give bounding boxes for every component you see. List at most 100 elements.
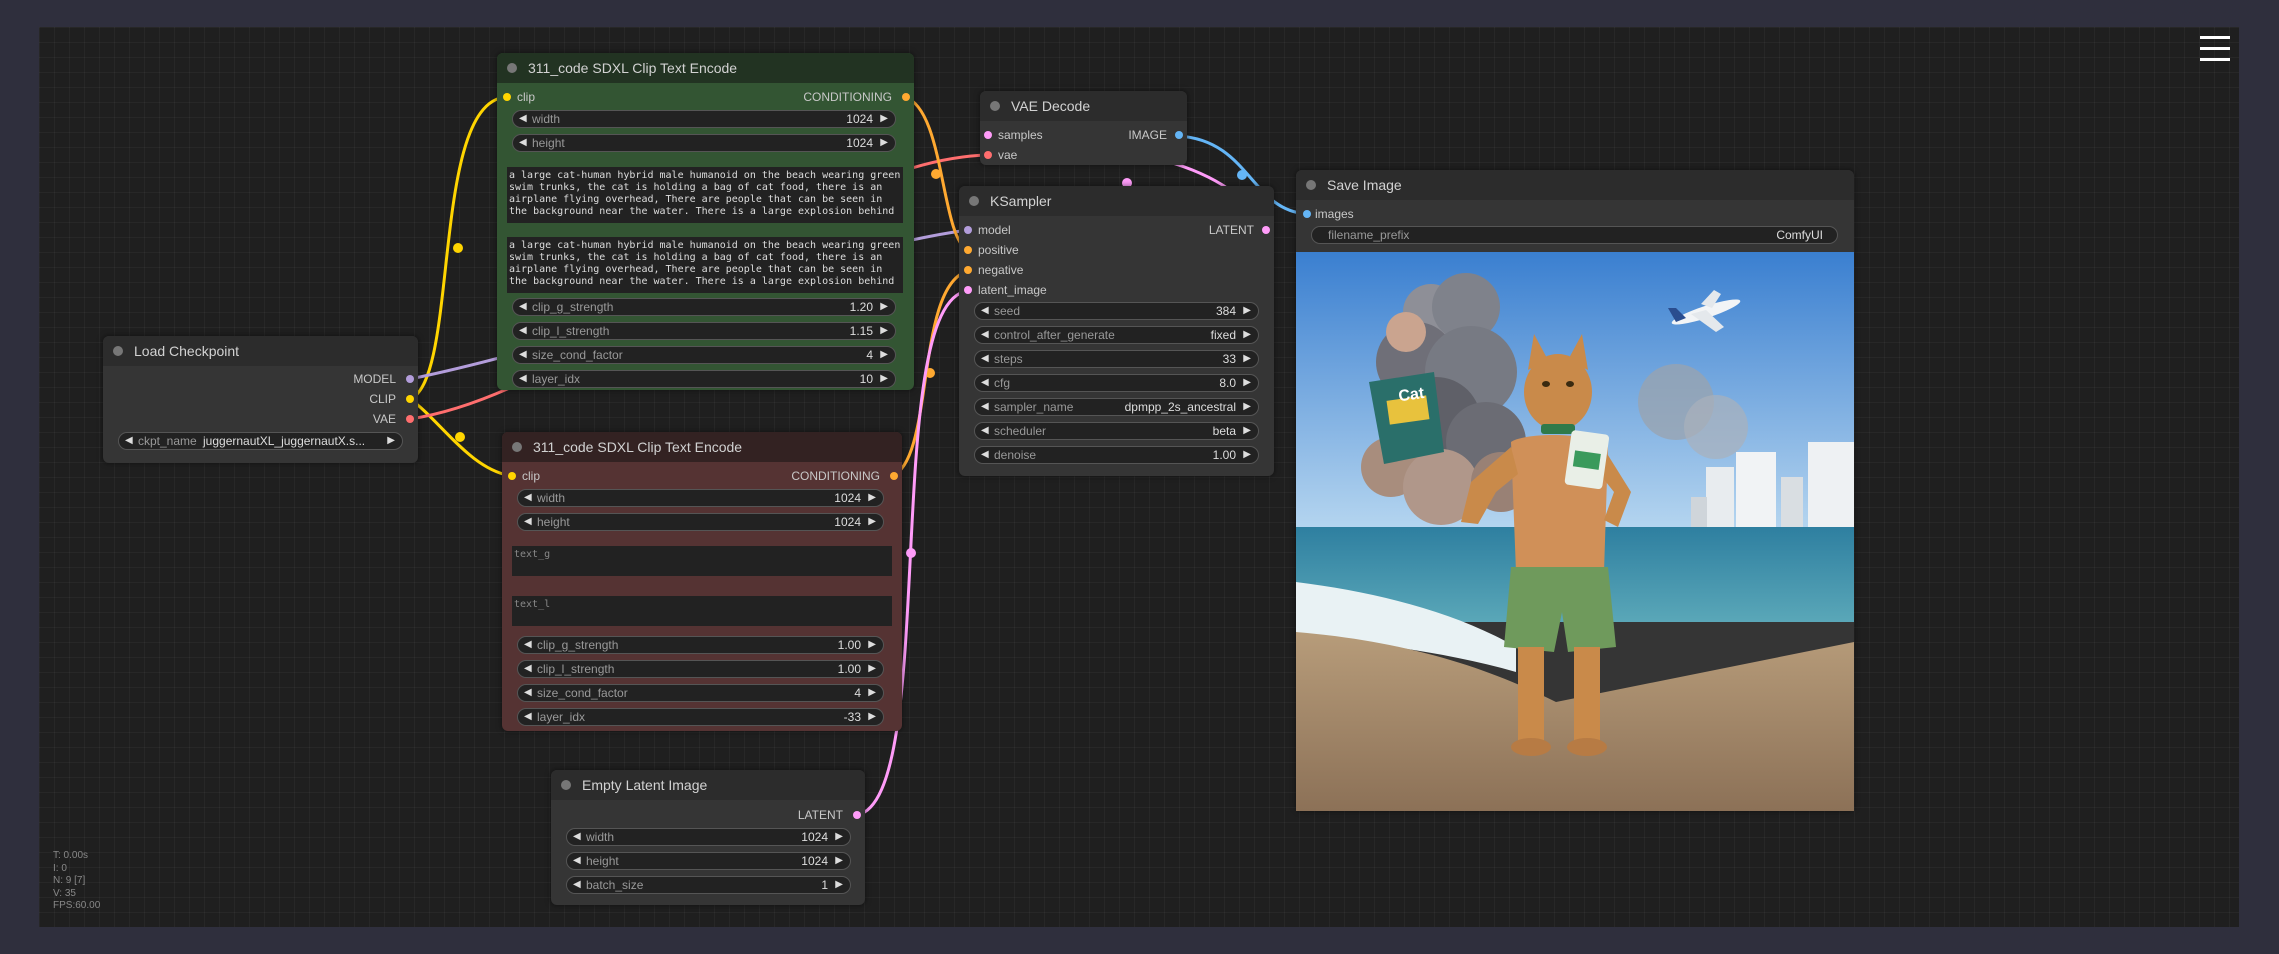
decrement-arrow-icon[interactable]: ◀ bbox=[125, 433, 133, 449]
decrement-arrow-icon[interactable]: ◀ bbox=[524, 709, 532, 725]
node-title-bar[interactable]: Load Checkpoint bbox=[103, 336, 418, 366]
node-clip-encode-negative[interactable]: 311_code SDXL Clip Text Encode clip COND… bbox=[502, 432, 902, 731]
widget-height[interactable]: ◀ height 1024 ▶ bbox=[512, 134, 896, 152]
increment-arrow-icon[interactable]: ▶ bbox=[1243, 447, 1251, 463]
output-vae[interactable]: VAE bbox=[298, 411, 418, 427]
decrement-arrow-icon[interactable]: ◀ bbox=[524, 514, 532, 530]
increment-arrow-icon[interactable]: ▶ bbox=[1243, 375, 1251, 391]
output-conditioning-dot[interactable] bbox=[902, 93, 910, 101]
node-title-bar[interactable]: 311_code SDXL Clip Text Encode bbox=[497, 53, 914, 83]
input-clip[interactable]: clip bbox=[502, 468, 540, 484]
decrement-arrow-icon[interactable]: ◀ bbox=[573, 853, 581, 869]
node-title-bar[interactable]: KSampler bbox=[959, 186, 1274, 216]
widget-clip-l-strength[interactable]: ◀ clip_l_strength 1.15 ▶ bbox=[512, 322, 896, 340]
text-g-textarea[interactable]: a large cat-human hybrid male humanoid o… bbox=[507, 167, 903, 223]
decrement-arrow-icon[interactable]: ◀ bbox=[519, 135, 527, 151]
collapse-dot[interactable] bbox=[561, 780, 571, 790]
input-vae[interactable]: vae bbox=[980, 147, 1017, 163]
decrement-arrow-icon[interactable]: ◀ bbox=[519, 371, 527, 387]
decrement-arrow-icon[interactable]: ◀ bbox=[981, 351, 989, 367]
decrement-arrow-icon[interactable]: ◀ bbox=[981, 399, 989, 415]
input-images[interactable]: images bbox=[1296, 206, 1354, 222]
output-latent-dot[interactable] bbox=[1262, 226, 1270, 234]
widget-width[interactable]: ◀ width 1024 ▶ bbox=[512, 110, 896, 128]
increment-arrow-icon[interactable]: ▶ bbox=[880, 323, 888, 339]
increment-arrow-icon[interactable]: ▶ bbox=[1243, 351, 1251, 367]
output-conditioning[interactable]: CONDITIONING bbox=[803, 89, 914, 105]
collapse-dot[interactable] bbox=[1306, 180, 1316, 190]
input-images-dot[interactable] bbox=[1303, 210, 1311, 218]
input-model[interactable]: model bbox=[959, 222, 1011, 238]
output-latent-dot[interactable] bbox=[853, 811, 861, 819]
increment-arrow-icon[interactable]: ▶ bbox=[1243, 327, 1251, 343]
output-image-dot[interactable] bbox=[1175, 131, 1183, 139]
output-latent[interactable]: LATENT bbox=[798, 807, 865, 823]
widget-height[interactable]: ◀ height 1024 ▶ bbox=[517, 513, 884, 531]
decrement-arrow-icon[interactable]: ◀ bbox=[981, 375, 989, 391]
input-model-dot[interactable] bbox=[964, 226, 972, 234]
decrement-arrow-icon[interactable]: ◀ bbox=[524, 685, 532, 701]
input-positive-dot[interactable] bbox=[964, 246, 972, 254]
increment-arrow-icon[interactable]: ▶ bbox=[835, 877, 843, 893]
collapse-dot[interactable] bbox=[990, 101, 1000, 111]
output-model-dot[interactable] bbox=[406, 375, 414, 383]
widget-filename-prefix[interactable]: filename_prefix ComfyUI bbox=[1311, 226, 1838, 244]
node-ksampler[interactable]: KSampler model positive negative latent_… bbox=[959, 186, 1274, 476]
text-g-textarea[interactable]: text_g bbox=[512, 546, 892, 576]
widget-control-after-generate[interactable]: ◀ control_after_generate fixed ▶ bbox=[974, 326, 1259, 344]
input-positive[interactable]: positive bbox=[959, 242, 1019, 258]
decrement-arrow-icon[interactable]: ◀ bbox=[573, 829, 581, 845]
widget-height[interactable]: ◀ height 1024 ▶ bbox=[566, 852, 851, 870]
collapse-dot[interactable] bbox=[512, 442, 522, 452]
node-vae-decode[interactable]: VAE Decode samples vae IMAGE bbox=[980, 91, 1187, 165]
widget-size-cond-factor[interactable]: ◀ size_cond_factor 4 ▶ bbox=[517, 684, 884, 702]
decrement-arrow-icon[interactable]: ◀ bbox=[519, 347, 527, 363]
node-title-bar[interactable]: 311_code SDXL Clip Text Encode bbox=[502, 432, 902, 462]
widget-clip-l-strength[interactable]: ◀ clip_l_strength 1.00 ▶ bbox=[517, 660, 884, 678]
decrement-arrow-icon[interactable]: ◀ bbox=[519, 111, 527, 127]
output-conditioning[interactable]: CONDITIONING bbox=[791, 468, 902, 484]
input-latent-image-dot[interactable] bbox=[964, 286, 972, 294]
input-clip-dot[interactable] bbox=[508, 472, 516, 480]
output-image[interactable]: IMAGE bbox=[1128, 127, 1187, 143]
text-l-textarea[interactable]: text_l bbox=[512, 596, 892, 626]
decrement-arrow-icon[interactable]: ◀ bbox=[519, 323, 527, 339]
widget-seed[interactable]: ◀ seed 384 ▶ bbox=[974, 302, 1259, 320]
widget-width[interactable]: ◀ width 1024 ▶ bbox=[566, 828, 851, 846]
input-samples[interactable]: samples bbox=[980, 127, 1043, 143]
collapse-dot[interactable] bbox=[113, 346, 123, 356]
image-preview[interactable]: Cat bbox=[1296, 252, 1854, 811]
input-negative[interactable]: negative bbox=[959, 262, 1023, 278]
node-title-bar[interactable]: VAE Decode bbox=[980, 91, 1187, 121]
decrement-arrow-icon[interactable]: ◀ bbox=[524, 490, 532, 506]
widget-steps[interactable]: ◀ steps 33 ▶ bbox=[974, 350, 1259, 368]
increment-arrow-icon[interactable]: ▶ bbox=[880, 299, 888, 315]
widget-ckpt-name[interactable]: ◀ ckpt_name juggernautXL_juggernautX.s..… bbox=[118, 432, 403, 450]
increment-arrow-icon[interactable]: ▶ bbox=[868, 709, 876, 725]
increment-arrow-icon[interactable]: ▶ bbox=[1243, 423, 1251, 439]
increment-arrow-icon[interactable]: ▶ bbox=[868, 490, 876, 506]
increment-arrow-icon[interactable]: ▶ bbox=[880, 371, 888, 387]
widget-denoise[interactable]: ◀ denoise 1.00 ▶ bbox=[974, 446, 1259, 464]
increment-arrow-icon[interactable]: ▶ bbox=[868, 685, 876, 701]
decrement-arrow-icon[interactable]: ◀ bbox=[524, 637, 532, 653]
increment-arrow-icon[interactable]: ▶ bbox=[880, 111, 888, 127]
increment-arrow-icon[interactable]: ▶ bbox=[835, 853, 843, 869]
output-clip[interactable]: CLIP bbox=[298, 391, 418, 407]
increment-arrow-icon[interactable]: ▶ bbox=[868, 514, 876, 530]
node-save-image[interactable]: Save Image images filename_prefix ComfyU… bbox=[1296, 170, 1854, 811]
node-empty-latent-image[interactable]: Empty Latent Image LATENT ◀ width 1024 ▶… bbox=[551, 770, 865, 905]
increment-arrow-icon[interactable]: ▶ bbox=[880, 347, 888, 363]
increment-arrow-icon[interactable]: ▶ bbox=[1243, 303, 1251, 319]
hamburger-menu-icon[interactable] bbox=[2200, 36, 2230, 62]
output-latent[interactable]: LATENT bbox=[1209, 222, 1274, 238]
increment-arrow-icon[interactable]: ▶ bbox=[835, 829, 843, 845]
node-title-bar[interactable]: Empty Latent Image bbox=[551, 770, 865, 800]
increment-arrow-icon[interactable]: ▶ bbox=[1243, 399, 1251, 415]
node-clip-encode-positive[interactable]: 311_code SDXL Clip Text Encode clip COND… bbox=[497, 53, 914, 390]
increment-arrow-icon[interactable]: ▶ bbox=[880, 135, 888, 151]
widget-batch-size[interactable]: ◀ batch_size 1 ▶ bbox=[566, 876, 851, 894]
decrement-arrow-icon[interactable]: ◀ bbox=[981, 447, 989, 463]
decrement-arrow-icon[interactable]: ◀ bbox=[573, 877, 581, 893]
widget-clip-g-strength[interactable]: ◀ clip_g_strength 1.20 ▶ bbox=[512, 298, 896, 316]
